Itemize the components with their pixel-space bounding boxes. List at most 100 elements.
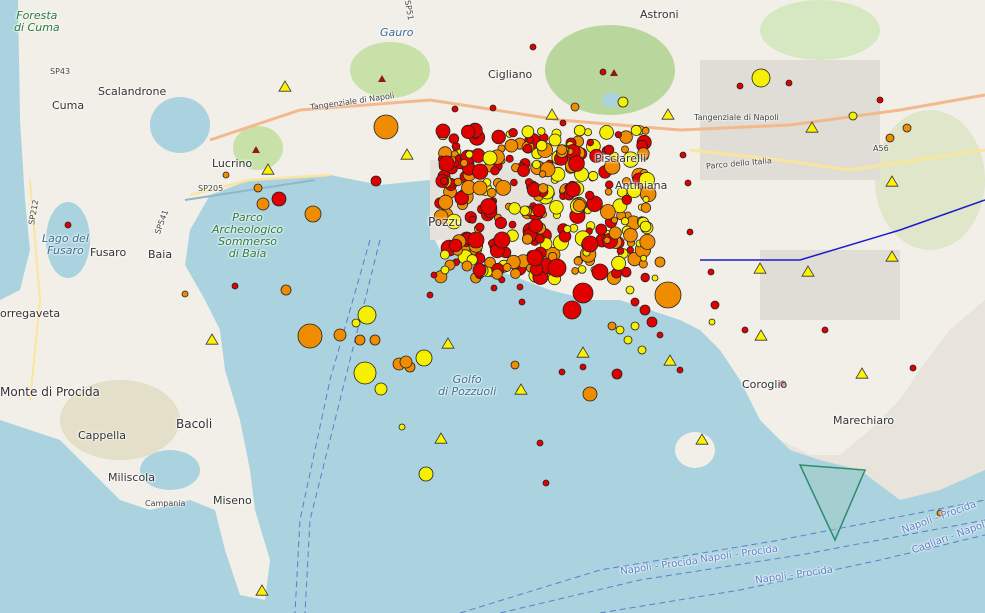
earthquake-marker[interactable] [354, 334, 366, 346]
earthquake-marker[interactable] [502, 262, 512, 272]
earthquake-marker[interactable] [630, 124, 642, 136]
seismic-station-icon[interactable] [753, 262, 767, 274]
earthquake-marker[interactable] [572, 282, 594, 304]
earthquake-marker[interactable] [619, 130, 633, 144]
earthquake-marker[interactable] [472, 263, 487, 277]
earthquake-marker[interactable] [556, 144, 568, 155]
earthquake-marker[interactable] [438, 194, 454, 210]
earthquake-marker[interactable] [508, 127, 518, 138]
earthquake-marker[interactable] [885, 133, 895, 143]
earthquake-marker[interactable] [646, 316, 658, 328]
earthquake-marker[interactable] [785, 79, 793, 87]
earthquake-marker[interactable] [684, 179, 692, 187]
earthquake-marker[interactable] [584, 128, 593, 137]
earthquake-marker[interactable] [582, 386, 598, 402]
earthquake-marker[interactable] [639, 233, 656, 250]
earthquake-marker[interactable] [490, 284, 498, 292]
earthquake-marker[interactable] [271, 191, 287, 207]
earthquake-marker[interactable] [482, 150, 498, 166]
earthquake-marker[interactable] [623, 227, 638, 243]
earthquake-marker[interactable] [710, 300, 720, 310]
earthquake-marker[interactable] [490, 165, 500, 176]
earthquake-marker[interactable] [538, 170, 547, 178]
earthquake-marker[interactable] [654, 281, 682, 309]
earthquake-marker[interactable] [374, 382, 388, 396]
earthquake-marker[interactable] [510, 178, 518, 187]
earthquake-marker[interactable] [615, 325, 625, 335]
earthquake-marker[interactable] [181, 290, 189, 298]
earthquake-marker[interactable] [751, 68, 771, 88]
earthquake-marker[interactable] [902, 123, 912, 133]
earthquake-marker[interactable] [623, 335, 633, 345]
earthquake-marker[interactable] [563, 224, 572, 233]
seismic-station-icon[interactable] [663, 354, 677, 366]
earthquake-marker[interactable] [626, 246, 634, 254]
seismic-station-icon[interactable] [754, 329, 768, 341]
earthquake-marker[interactable] [505, 154, 514, 163]
earthquake-marker[interactable] [591, 263, 609, 281]
earthquake-marker[interactable] [491, 268, 503, 280]
earthquake-marker[interactable] [369, 334, 381, 346]
earthquake-marker[interactable] [370, 175, 382, 187]
earthquake-marker[interactable] [630, 321, 640, 331]
earthquake-marker[interactable] [253, 183, 263, 193]
earthquake-marker[interactable] [351, 318, 361, 328]
earthquake-marker[interactable] [519, 205, 531, 216]
earthquake-marker[interactable] [821, 326, 829, 334]
earthquake-marker[interactable] [616, 247, 625, 255]
earthquake-marker[interactable] [876, 96, 884, 104]
earthquake-marker[interactable] [614, 131, 623, 139]
earthquake-marker[interactable] [656, 331, 664, 339]
earthquake-marker[interactable] [676, 366, 684, 374]
seismic-station-icon[interactable] [855, 367, 869, 379]
earthquake-marker[interactable] [599, 68, 607, 76]
earthquake-marker[interactable] [526, 249, 544, 267]
seismic-station-icon[interactable] [400, 148, 414, 160]
earthquake-marker[interactable] [471, 163, 489, 180]
seismic-station-icon[interactable] [885, 175, 899, 187]
seismic-station-icon[interactable] [205, 333, 219, 345]
earthquake-marker[interactable] [848, 111, 858, 121]
earthquake-marker[interactable] [430, 271, 438, 279]
earthquake-marker[interactable] [611, 255, 626, 271]
earthquake-marker[interactable] [532, 203, 546, 218]
earthquake-marker[interactable] [573, 124, 586, 137]
seismic-station-icon[interactable] [545, 108, 559, 120]
seismic-station-icon[interactable] [441, 337, 455, 349]
earthquake-marker[interactable] [639, 220, 652, 233]
earthquake-marker[interactable] [418, 466, 434, 482]
earthquake-marker[interactable] [640, 202, 652, 213]
earthquake-marker[interactable] [571, 267, 579, 275]
earthquake-marker[interactable] [470, 148, 486, 163]
earthquake-marker[interactable] [679, 151, 687, 159]
earthquake-marker[interactable] [548, 133, 562, 147]
earthquake-marker[interactable] [568, 155, 585, 172]
earthquake-marker[interactable] [256, 197, 270, 211]
earthquake-marker[interactable] [570, 102, 580, 112]
earthquake-marker[interactable] [357, 305, 377, 325]
earthquake-marker[interactable] [588, 170, 599, 182]
earthquake-marker[interactable] [707, 268, 715, 276]
seismic-station-icon[interactable] [434, 432, 448, 444]
earthquake-marker[interactable] [528, 218, 544, 234]
earthquake-marker[interactable] [333, 328, 347, 342]
earthquake-marker[interactable] [353, 361, 377, 385]
earthquake-marker[interactable] [475, 222, 485, 233]
earthquake-marker[interactable] [686, 228, 694, 236]
earthquake-marker[interactable] [521, 125, 535, 138]
earthquake-marker[interactable] [521, 233, 533, 245]
seismic-station-icon[interactable] [661, 108, 675, 120]
earthquake-marker[interactable] [537, 183, 549, 194]
earthquake-marker[interactable] [460, 124, 476, 139]
earthquake-marker[interactable] [516, 283, 524, 291]
earthquake-marker[interactable] [415, 349, 433, 367]
earthquake-marker[interactable] [909, 364, 917, 372]
earthquake-marker[interactable] [607, 321, 617, 331]
earthquake-marker[interactable] [611, 368, 623, 380]
earthquake-marker[interactable] [640, 272, 650, 283]
earthquake-marker[interactable] [467, 231, 485, 249]
earthquake-marker[interactable] [625, 285, 635, 295]
earthquake-marker[interactable] [480, 198, 497, 215]
earthquake-marker[interactable] [547, 258, 567, 278]
earthquake-marker[interactable] [654, 256, 666, 268]
